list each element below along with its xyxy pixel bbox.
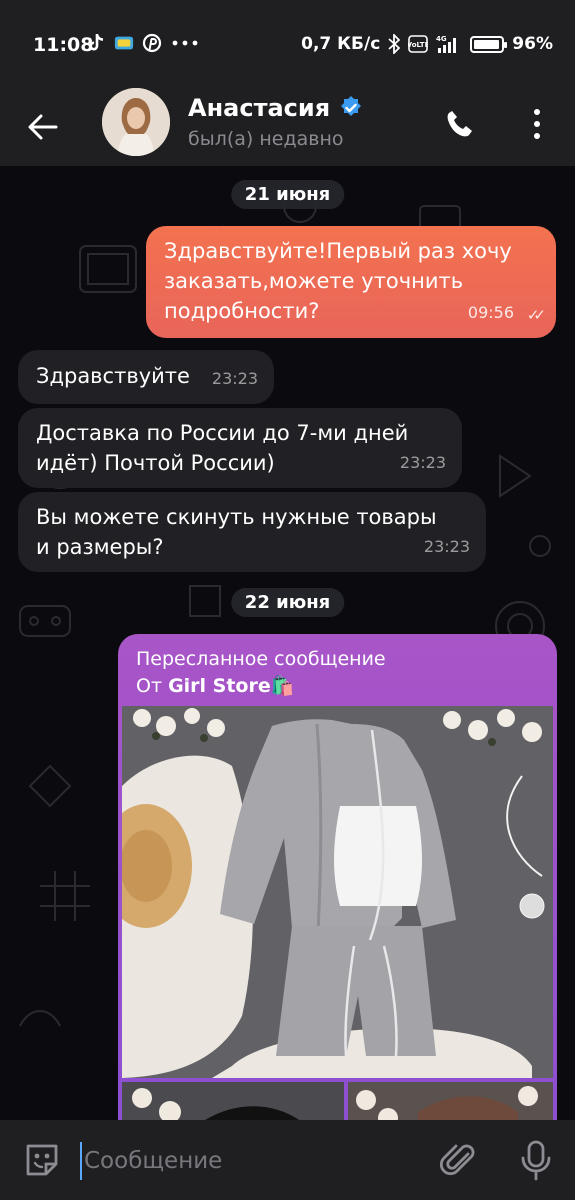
svg-text:4G: 4G xyxy=(436,35,447,43)
outgoing-message[interactable]: Здравствуйте!Первый раз хочу заказать,мо… xyxy=(146,226,556,338)
microphone-icon xyxy=(521,1140,551,1181)
forwarded-from-prefix: От xyxy=(136,675,169,697)
tiktok-icon xyxy=(86,33,106,53)
paperclip-icon xyxy=(439,1144,475,1176)
menu-dot xyxy=(534,121,540,127)
battery-icon xyxy=(470,35,508,53)
message-line: Вы можете скинуть нужные товары xyxy=(36,505,437,529)
message-line: подробности? xyxy=(164,299,320,323)
incoming-message[interactable]: Доставка по России до 7-ми дней идёт) По… xyxy=(18,408,462,488)
pinterest-icon xyxy=(142,33,162,53)
menu-dot xyxy=(534,133,540,139)
signal-icon: 4G xyxy=(436,35,457,53)
message-input[interactable] xyxy=(80,1142,420,1180)
message-line: Доставка по России до 7-ми дней xyxy=(36,421,409,445)
attach-button[interactable] xyxy=(439,1140,480,1180)
message-time: 09:56 xyxy=(467,303,514,322)
forwarded-from[interactable]: От Girl Store🛍️ xyxy=(136,674,294,697)
phone-icon xyxy=(447,111,472,137)
contact-name: Анастасия xyxy=(188,94,331,122)
status-bar: 11:08 0,7 КБ/с VoLTE 4G 96% xyxy=(0,0,575,88)
contact-name-row[interactable]: Анастасия xyxy=(188,94,364,122)
shopping-bags-emoji: 🛍️ xyxy=(270,675,295,697)
emoji-sticker-icon xyxy=(26,1144,58,1176)
product-thumbnail[interactable] xyxy=(122,1082,344,1120)
message-line: и размеры? xyxy=(36,535,164,559)
arrow-left-icon xyxy=(28,114,58,140)
message-line: идёт) Почтой России) xyxy=(36,451,275,475)
chat-area[interactable]: 21 июня Здравствуйте!Первый раз хочу зак… xyxy=(0,166,575,1120)
more-dots-icon xyxy=(170,33,200,53)
date-chip: 21 июня xyxy=(230,180,345,209)
verified-badge-icon xyxy=(341,96,362,116)
bluetooth-icon xyxy=(388,34,401,54)
forwarded-source-name: Girl Store xyxy=(168,675,271,697)
more-menu-button[interactable] xyxy=(520,102,554,146)
status-time: 11:08 xyxy=(33,34,94,56)
game-icon xyxy=(114,33,134,53)
message-time: 23:23 xyxy=(423,537,470,556)
message-time: 23:23 xyxy=(399,453,446,472)
read-checkmarks-icon: ✓✓ xyxy=(526,306,546,324)
status-right: 0,7 КБ/с VoLTE 4G 96% xyxy=(301,34,553,54)
battery-fill xyxy=(474,39,500,49)
call-button[interactable] xyxy=(440,104,480,144)
product-photo[interactable] xyxy=(122,706,553,1078)
chat-header: Анастасия был(а) недавно xyxy=(0,88,575,166)
volte-icon: VoLTE xyxy=(408,35,428,53)
battery-percent: 96% xyxy=(512,34,553,54)
message-line: заказать,можете уточнить xyxy=(164,269,464,293)
message-input-bar xyxy=(0,1120,575,1200)
menu-dot xyxy=(534,109,540,115)
date-chip: 22 июня xyxy=(230,588,345,617)
forwarded-label: Пересланное сообщение xyxy=(136,648,386,670)
product-thumbnail[interactable] xyxy=(348,1082,553,1120)
incoming-message[interactable]: Вы можете скинуть нужные товары и размер… xyxy=(18,492,486,572)
status-app-icons xyxy=(86,33,200,53)
incoming-message[interactable]: Здравствуйте 23:23 xyxy=(18,350,274,404)
contact-status: был(а) недавно xyxy=(188,128,344,150)
svg-text:VoLTE: VoLTE xyxy=(408,41,428,49)
back-button[interactable] xyxy=(20,104,66,150)
voice-record-button[interactable] xyxy=(516,1138,556,1182)
message-time: 23:23 xyxy=(211,369,258,388)
message-line: Здравствуйте!Первый раз хочу xyxy=(164,239,512,263)
emoji-button[interactable] xyxy=(22,1140,62,1180)
avatar[interactable] xyxy=(102,88,170,156)
forwarded-message[interactable]: Пересланное сообщение От Girl Store🛍️ xyxy=(118,634,557,1120)
message-line: Здравствуйте xyxy=(36,364,190,388)
network-speed: 0,7 КБ/с xyxy=(301,34,381,54)
